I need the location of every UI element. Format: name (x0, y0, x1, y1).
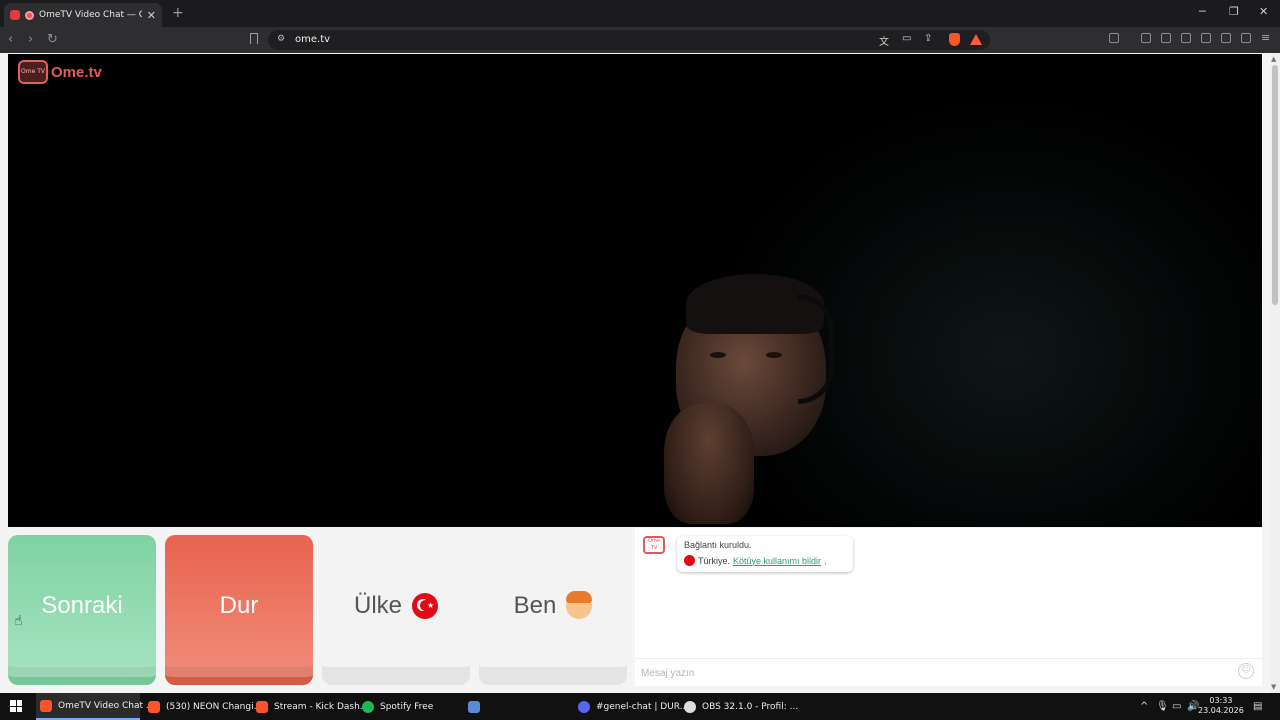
recording-icon (25, 10, 34, 20)
report-abuse-link[interactable]: Kötüye kullanımı bildir (733, 556, 821, 566)
app-icon (468, 700, 480, 713)
country-button-label: Ülke (353, 592, 402, 619)
taskbar-item[interactable]: Stream - Kick Dash... (252, 693, 368, 720)
microphone-icon[interactable]: 🎙 (1156, 701, 1169, 712)
reload-icon[interactable]: ↻ (47, 32, 58, 47)
taskbar-item[interactable] (464, 693, 488, 720)
stop-button[interactable]: Dur (165, 535, 313, 685)
scroll-up-icon[interactable]: ▲ (1271, 55, 1276, 63)
back-icon[interactable]: ‹ (8, 32, 13, 47)
forward-icon[interactable]: › (28, 32, 33, 47)
me-button-label: Ben (513, 592, 557, 619)
leo-icon[interactable] (1221, 33, 1231, 43)
country-text: Türkiye. (698, 555, 731, 566)
chat-panel: Ome TV Bağlantı kuruldu. Türkiye. Kötüye… (635, 528, 1262, 686)
taskbar-clock[interactable]: 03:33 23.04.2026 (1198, 696, 1244, 716)
taskbar-item-label: Stream - Kick Dash... (274, 701, 369, 712)
new-tab-button[interactable]: + (172, 5, 184, 21)
vpn-icon[interactable] (1241, 33, 1251, 43)
brave-icon (256, 700, 268, 713)
scroll-down-icon[interactable]: ▼ (1271, 683, 1276, 691)
chat-controls: Sonraki Dur Ülke ★ Ben (8, 535, 627, 685)
taskbar-item[interactable]: Spotify Free (358, 693, 458, 720)
scrollbar-thumb[interactable] (1272, 65, 1278, 305)
page-scrollbar[interactable]: ▲ ▼ (1270, 53, 1280, 693)
address-bar[interactable]: ⚙ ome.tv 文 ▭ ⇪ (268, 30, 990, 50)
taskbar-item-label: OBS 32.1.0 - Profil: ... (702, 701, 799, 712)
emoji-icon[interactable]: ☺ (1238, 663, 1254, 679)
obs-icon (684, 700, 696, 713)
taskbar-item[interactable]: OmeTV Video Chat ... (36, 693, 154, 720)
windows-taskbar: OmeTV Video Chat ... (530) NEON Changi...… (0, 693, 1280, 720)
menu-icon[interactable]: ≡ (1261, 31, 1271, 44)
sidebar-icon[interactable] (1181, 33, 1191, 43)
spotify-icon (362, 700, 374, 713)
taskbar-item-label: Spotify Free (380, 701, 434, 712)
message-input-row: ☺ (635, 658, 1262, 686)
brave-icon (148, 700, 160, 713)
taskbar-item-label: (530) NEON Changi... (166, 701, 263, 712)
brave-icon (40, 699, 52, 712)
clock-time: 03:33 (1209, 696, 1233, 705)
turkey-flag-icon (684, 555, 695, 566)
cast-icon[interactable]: ▭ (902, 33, 911, 44)
site-info-icon[interactable]: ⚙ (277, 34, 285, 44)
close-tab-icon[interactable]: ✕ (147, 9, 156, 22)
close-window-button[interactable]: ✕ (1259, 5, 1268, 18)
ometv-logo[interactable]: Ome TV Ome.tv (18, 60, 102, 84)
network-icon[interactable]: ▭ (1172, 701, 1181, 712)
next-button-label: Sonraki (41, 592, 123, 619)
system-message: Bağlantı kuruldu. Türkiye. Kötüye kullan… (677, 536, 853, 572)
report-suffix: . (824, 555, 827, 566)
youtube-icon (10, 10, 20, 20)
browser-tabbar: OmeTV Video Chat — Omeg ✕ + ─ ❐ ✕ (0, 0, 1280, 27)
clock-date: 23.04.2026 (1198, 706, 1244, 715)
restore-button[interactable]: ❐ (1229, 5, 1239, 18)
media-icon[interactable] (1161, 33, 1171, 43)
logo-text: Ome.tv (51, 63, 102, 81)
browser-toolbar: ‹ › ↻ ⚙ ome.tv 文 ▭ ⇪ (0, 27, 1280, 53)
taskbar-item[interactable]: (530) NEON Changi... (144, 693, 262, 720)
browser-tab[interactable]: OmeTV Video Chat — Omeg ✕ (4, 3, 162, 27)
tab-title: OmeTV Video Chat — Omeg (39, 10, 142, 20)
discord-icon (578, 700, 590, 713)
connected-text: Bağlantı kuruldu. (684, 540, 752, 550)
taskbar-item-label: #genel-chat | DUR... (596, 701, 689, 712)
url-text: ome.tv (295, 34, 331, 45)
headphone-icon (798, 294, 834, 404)
turkey-flag-icon: ★ (412, 593, 438, 619)
bookmark-icon[interactable] (250, 33, 258, 44)
taskbar-item-label: OmeTV Video Chat ... (58, 700, 155, 711)
person-hand (664, 404, 754, 524)
share-icon[interactable]: ⇪ (924, 33, 932, 44)
wallet-icon[interactable] (1201, 33, 1211, 43)
country-button[interactable]: Ülke ★ (322, 535, 470, 685)
message-input[interactable] (641, 665, 1221, 681)
hand-cursor-icon: ☝ (14, 613, 23, 629)
next-button[interactable]: Sonraki (8, 535, 156, 685)
downloads-icon[interactable] (1141, 33, 1151, 43)
stop-button-label: Dur (219, 592, 259, 619)
person-eye (766, 352, 782, 358)
notifications-icon[interactable]: ▤ (1253, 701, 1262, 712)
windows-start-icon[interactable] (10, 700, 22, 712)
sidebar-toggle-icon[interactable] (1109, 33, 1119, 43)
me-button[interactable]: Ben (479, 535, 627, 685)
logo-tv-icon: Ome TV (18, 60, 48, 84)
boy-emoji-icon (566, 591, 593, 619)
video-stream: Ome TV Ome.tv (8, 54, 1262, 527)
taskbar-item[interactable]: OBS 32.1.0 - Profil: ... (680, 693, 798, 720)
brave-rewards-icon[interactable] (970, 34, 982, 45)
brave-shields-icon[interactable] (949, 33, 960, 46)
minimize-button[interactable]: ─ (1199, 5, 1206, 18)
translate-icon[interactable]: 文 (879, 33, 889, 48)
tray-chevron-icon[interactable]: ^ (1140, 701, 1148, 712)
stranger-video (648, 274, 848, 527)
ometv-bot-avatar: Ome TV (643, 536, 665, 554)
person-eye (710, 352, 726, 358)
taskbar-item[interactable]: #genel-chat | DUR... (574, 693, 688, 720)
